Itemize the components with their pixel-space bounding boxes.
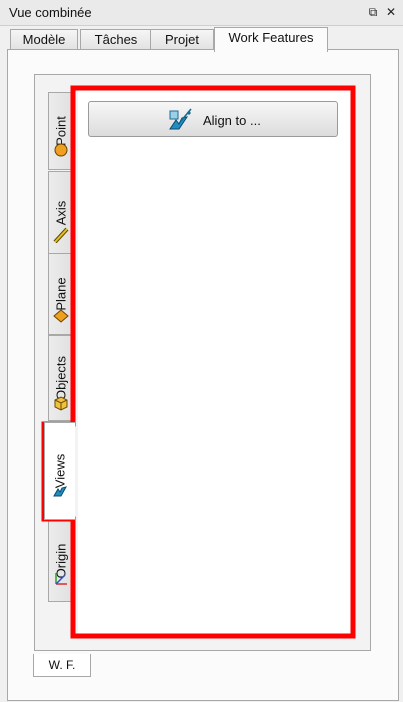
tab-modele[interactable]: Modèle <box>10 29 78 50</box>
close-icon[interactable]: ✕ <box>383 4 399 20</box>
side-tab-label: Axis <box>53 200 69 225</box>
tab-label: Work Features <box>228 30 314 45</box>
tab-label: Projet <box>165 32 199 47</box>
tab-taches[interactable]: Tâches <box>80 29 152 50</box>
side-tab-objects[interactable]: Objects <box>48 335 73 421</box>
dock-title-bar: Vue combinée ⧉ ✕ <box>0 0 403 26</box>
tab-projet[interactable]: Projet <box>150 29 214 50</box>
origin-icon <box>55 573 67 585</box>
side-tab-label: Plane <box>53 277 69 311</box>
align-to-label: Align to ... <box>203 113 261 128</box>
plane-icon <box>53 309 69 323</box>
views-icon <box>53 486 67 497</box>
side-tab-label: Objects <box>53 355 69 401</box>
dock-title: Vue combinée <box>9 5 92 20</box>
side-tab-origin[interactable]: Origin <box>48 520 73 602</box>
align-view-icon <box>169 108 192 130</box>
axis-icon <box>53 227 69 243</box>
side-tab-point[interactable]: Point <box>48 92 73 170</box>
side-tab-plane[interactable]: Plane <box>48 253 73 335</box>
objects-icon <box>54 396 68 411</box>
side-tab-views[interactable]: Views <box>44 422 75 520</box>
restore-window-icon[interactable]: ⧉ <box>365 4 381 20</box>
point-icon <box>54 143 68 157</box>
align-to-button[interactable]: Align to ... <box>88 101 338 137</box>
bottom-tab-label: W. F. <box>48 658 76 672</box>
tab-label: Modèle <box>22 32 66 47</box>
side-tab-axis[interactable]: Axis <box>48 171 73 254</box>
bottom-tab-wf[interactable]: W. F. <box>33 654 91 677</box>
tab-work-features[interactable]: Work Features <box>214 27 328 52</box>
views-page <box>78 88 353 638</box>
tab-label: Tâches <box>94 32 138 47</box>
